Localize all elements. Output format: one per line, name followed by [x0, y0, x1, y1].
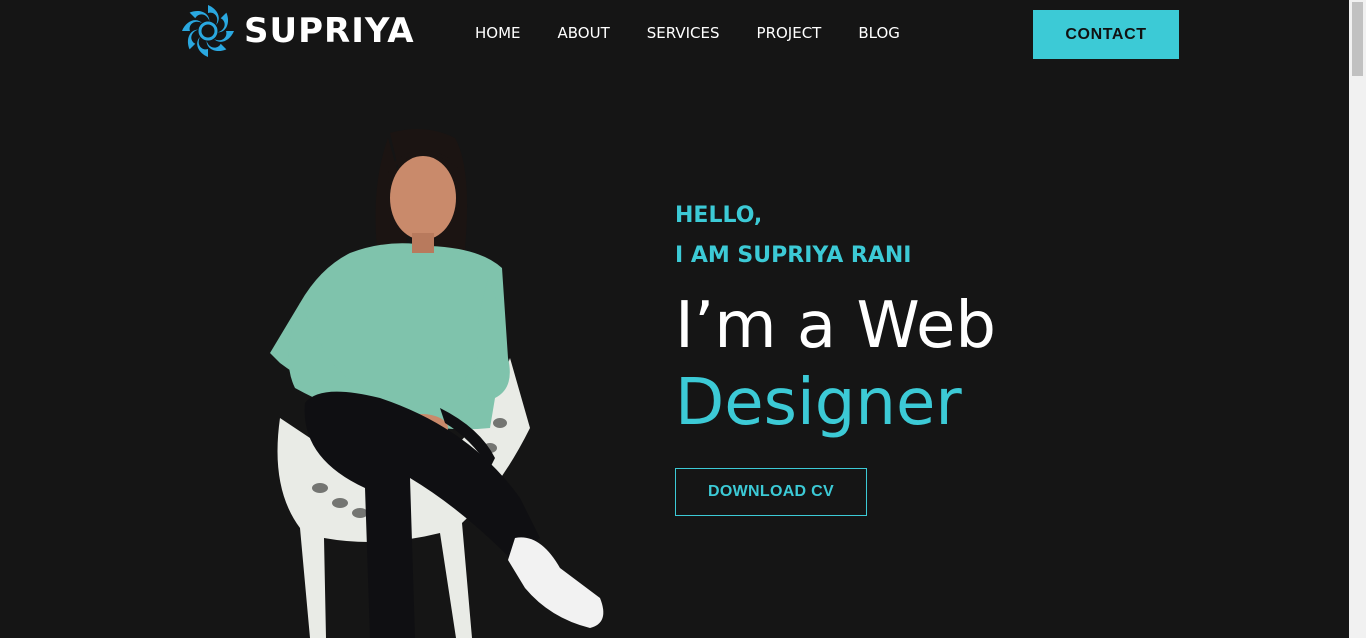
hero-greeting-line2: I AM SUPRIYA RANI — [675, 243, 912, 268]
nav-blog[interactable]: BLOG — [858, 24, 900, 42]
hero-portrait-image — [270, 129, 604, 638]
hero-title-line1: I’m a Web — [675, 289, 996, 363]
hero-title-line2: Designer — [675, 366, 962, 440]
site-header: SUPRIYA HOME ABOUT SERVICES PROJECT BLOG… — [0, 0, 1349, 70]
scrollbar-thumb[interactable] — [1352, 2, 1363, 76]
hero-text: HELLO, I AM SUPRIYA RANI I’m a Web Desig… — [675, 196, 996, 442]
brand-logo[interactable]: SUPRIYA — [180, 3, 415, 59]
brand-name: SUPRIYA — [244, 11, 415, 51]
nav-project[interactable]: PROJECT — [757, 24, 822, 42]
nav-home[interactable]: HOME — [475, 24, 521, 42]
download-cv-button[interactable]: DOWNLOAD CV — [675, 468, 867, 516]
main-nav: HOME ABOUT SERVICES PROJECT BLOG — [475, 24, 937, 42]
spiral-logo-icon — [182, 5, 234, 57]
contact-button[interactable]: CONTACT — [1033, 10, 1179, 59]
page-scrollbar[interactable] — [1349, 0, 1366, 638]
hero-greeting-line1: HELLO, — [675, 203, 763, 228]
nav-about[interactable]: ABOUT — [558, 24, 610, 42]
nav-services[interactable]: SERVICES — [647, 24, 720, 42]
